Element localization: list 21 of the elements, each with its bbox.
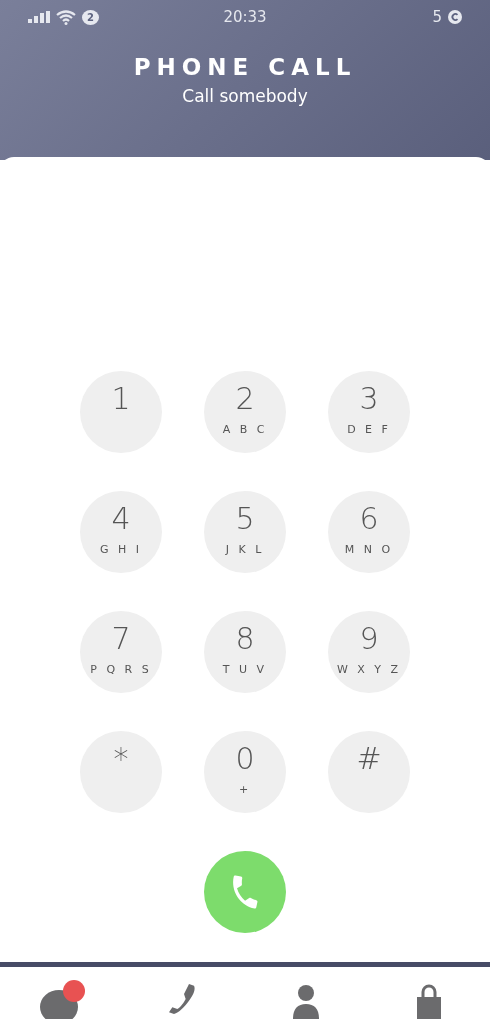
dial-key[interactable]: 3 D E F <box>328 371 410 453</box>
page-subtitle: Call somebody <box>182 86 308 106</box>
chat-icon[interactable] <box>37 979 86 1019</box>
dial-key[interactable]: * <box>80 731 162 813</box>
dial-key[interactable]: 5 J K L <box>204 491 286 573</box>
dial-key[interactable]: 4 G H I <box>80 491 162 573</box>
dial-key[interactable]: 7 P Q R S <box>80 611 162 693</box>
signal-icon <box>28 11 50 23</box>
dial-key[interactable]: 8 T U V <box>204 611 286 693</box>
message-badge: 2 <box>82 9 99 25</box>
dial-key[interactable]: # <box>328 731 410 813</box>
page-title: PHONE CALL <box>133 54 357 80</box>
coin-icon <box>448 10 462 24</box>
dial-key[interactable]: 0 + <box>204 731 286 813</box>
dial-key[interactable]: 1 <box>80 371 162 453</box>
wifi-icon <box>56 9 76 25</box>
dial-key[interactable]: 9 W X Y Z <box>328 611 410 693</box>
coin-count: 5 <box>432 8 442 26</box>
dial-key[interactable]: 2 A B C <box>204 371 286 453</box>
clock-time: 20:33 <box>223 8 267 26</box>
dial-key[interactable]: 6 M N O <box>328 491 410 573</box>
